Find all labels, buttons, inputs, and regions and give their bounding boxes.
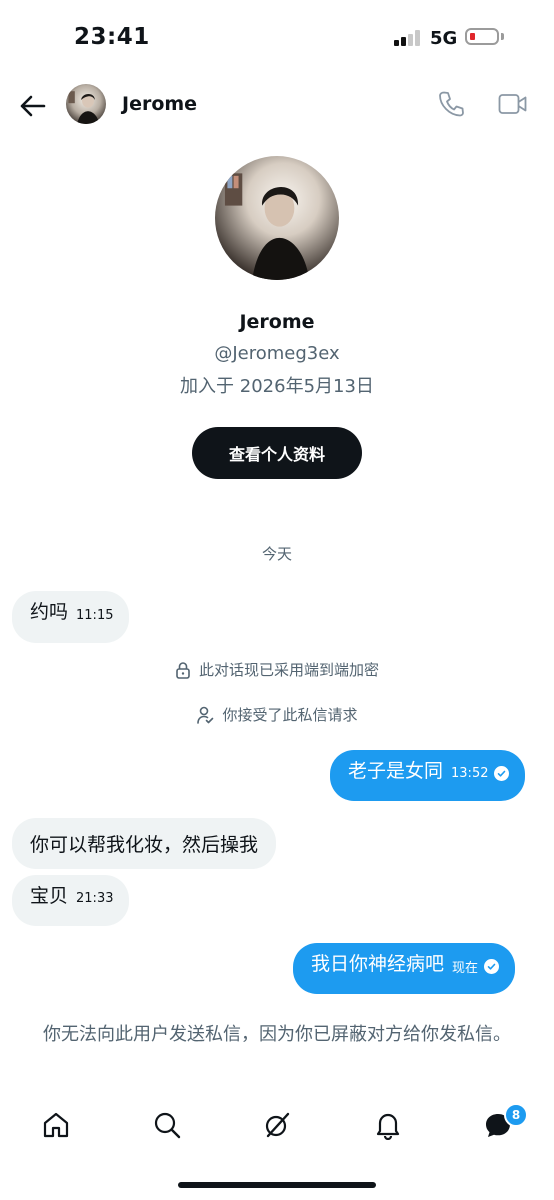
system-notice: 你接受了此私信请求 [0, 704, 554, 725]
message-bubble-incoming[interactable]: 宝贝 21:33 [12, 875, 130, 926]
message-time: 13:52 [451, 766, 489, 781]
profile-name: Jerome [239, 311, 315, 333]
search-icon[interactable] [152, 1110, 182, 1140]
conversation-title[interactable]: Jerome [122, 93, 197, 115]
message-bubble-incoming[interactable]: 你可以帮我化妆，然后操我 [12, 818, 277, 869]
system-notice-text: 此对话现已采用端到端加密 [198, 661, 379, 679]
message-text: 你可以帮我化妆，然后操我 [30, 834, 259, 856]
date-divider: 今天 [261, 545, 292, 563]
message-bubble-incoming[interactable]: 约吗 11:15 [12, 591, 130, 643]
message-text: 我日你神经病吧 [311, 952, 445, 975]
cellular-signal-icon [394, 30, 422, 46]
message-text: 宝贝 [30, 884, 69, 907]
message-text: 老子是女同 [348, 759, 444, 782]
view-profile-button[interactable]: 查看个人资料 [192, 427, 362, 479]
profile-avatar[interactable] [215, 156, 339, 280]
message-text: 约吗 [30, 601, 69, 623]
video-call-icon[interactable] [498, 92, 528, 116]
message-time: 11:15 [76, 607, 114, 623]
phone-icon[interactable] [438, 90, 464, 118]
message-bubble-outgoing[interactable]: 老子是女同 13:52 [330, 750, 526, 801]
read-check-icon [484, 958, 500, 974]
message-time: 现在 [452, 961, 479, 976]
profile-joined-date: 加入于 2026年5月13日 [180, 376, 374, 397]
messages-badge: 8 [504, 1103, 528, 1127]
blocked-notice: 你无法向此用户发送私信，因为你已屏蔽对方给你发私信。 [43, 1024, 511, 1045]
read-check-icon [494, 765, 510, 781]
avatar[interactable] [66, 84, 106, 124]
back-arrow-icon[interactable] [18, 92, 46, 120]
battery-icon [465, 28, 499, 45]
system-notice-text: 你接受了此私信请求 [222, 706, 358, 724]
message-bubble-outgoing[interactable]: 我日你神经病吧 现在 [293, 943, 516, 994]
notifications-icon[interactable] [373, 1110, 403, 1141]
message-time: 21:33 [76, 891, 114, 906]
home-icon[interactable] [41, 1110, 71, 1140]
network-type: 5G [430, 28, 458, 49]
person-check-icon [197, 706, 214, 724]
battery-nub [501, 33, 504, 40]
profile-handle: @Jeromeg3ex [214, 343, 340, 364]
system-notice: 此对话现已采用端到端加密 [0, 659, 554, 680]
grok-icon[interactable] [262, 1110, 292, 1140]
lock-icon [176, 661, 190, 679]
status-time: 23:41 [74, 24, 150, 50]
home-indicator[interactable] [178, 1182, 376, 1188]
